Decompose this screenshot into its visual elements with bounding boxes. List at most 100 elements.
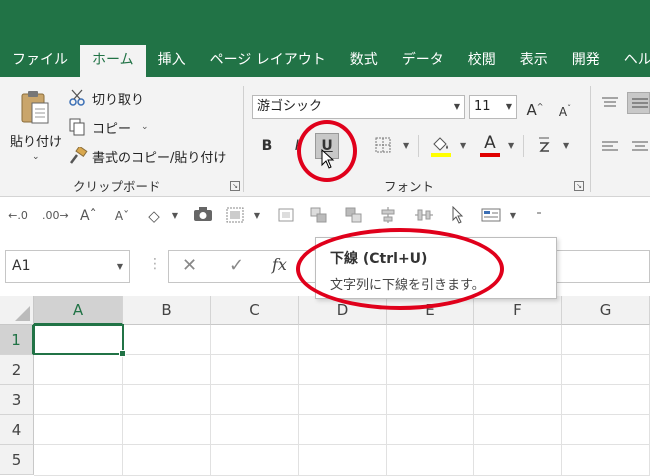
cancel-button[interactable]: ✕: [182, 255, 197, 276]
enter-button[interactable]: ✓: [229, 255, 244, 276]
cell-C2[interactable]: [211, 355, 299, 385]
border-icon[interactable]: [375, 137, 391, 153]
tab-help[interactable]: ヘルプ: [612, 45, 650, 77]
cell-F5[interactable]: [474, 445, 562, 476]
chevron-down-icon[interactable]: ▼: [460, 141, 466, 150]
cell-D1[interactable]: [299, 325, 387, 355]
send-backward-icon[interactable]: [343, 206, 365, 226]
cell-B3[interactable]: [123, 385, 211, 415]
cell-C4[interactable]: [211, 415, 299, 445]
increase-decimal-icon[interactable]: ←.0: [8, 206, 28, 226]
bold-button[interactable]: B: [258, 135, 276, 157]
name-box[interactable]: A1 ▼: [5, 250, 130, 283]
cell-F1[interactable]: [474, 325, 562, 355]
cell-C1[interactable]: [211, 325, 299, 355]
cell-E1[interactable]: [387, 325, 474, 355]
column-header[interactable]: A: [34, 296, 123, 325]
cell-C3[interactable]: [211, 385, 299, 415]
row-header[interactable]: 5: [0, 445, 34, 475]
row-header[interactable]: 4: [0, 415, 34, 445]
ungroup-icon[interactable]: [275, 206, 297, 226]
fill-color-icon[interactable]: [430, 134, 452, 158]
cell-G3[interactable]: [562, 385, 650, 415]
column-header[interactable]: C: [211, 296, 299, 325]
cell-D4[interactable]: [299, 415, 387, 445]
chevron-down-icon[interactable]: ▼: [508, 141, 514, 150]
distribute-icon[interactable]: [413, 206, 435, 226]
align-center-icon[interactable]: [631, 140, 649, 157]
font-launcher-icon[interactable]: ↘: [574, 181, 584, 191]
cell-B2[interactable]: [123, 355, 211, 385]
tab-page-layout[interactable]: ページ レイアウト: [198, 45, 338, 77]
cell-A4[interactable]: [34, 415, 123, 445]
paste-icon[interactable]: [20, 89, 50, 125]
group-objects-icon[interactable]: [224, 206, 246, 226]
cell-D3[interactable]: [299, 385, 387, 415]
cell-A3[interactable]: [34, 385, 123, 415]
select-objects-icon[interactable]: [450, 205, 466, 226]
align-middle-icon[interactable]: [627, 92, 650, 114]
format-painter-button[interactable]: 書式のコピー/貼り付け: [68, 145, 226, 167]
shrink-font-icon[interactable]: Aˇ: [114, 206, 130, 226]
cell-G4[interactable]: [562, 415, 650, 445]
customize-toolbar-icon[interactable]: ⁼: [533, 206, 545, 226]
chevron-down-icon[interactable]: ▼: [170, 206, 180, 226]
cell-E3[interactable]: [387, 385, 474, 415]
shrink-font-button[interactable]: Aˇ: [555, 98, 575, 120]
column-header[interactable]: F: [474, 296, 562, 325]
cell-D2[interactable]: [299, 355, 387, 385]
tab-file[interactable]: ファイル: [0, 45, 80, 77]
copy-button[interactable]: コピー ⌄: [68, 116, 149, 138]
row-header[interactable]: 1: [0, 325, 34, 355]
cell-B4[interactable]: [123, 415, 211, 445]
chevron-down-icon[interactable]: ⌄: [141, 122, 149, 132]
tab-insert[interactable]: 挿入: [146, 45, 198, 77]
tab-home[interactable]: ホーム: [80, 45, 146, 77]
cut-button[interactable]: 切り取り: [68, 87, 144, 109]
cell-E4[interactable]: [387, 415, 474, 445]
tab-view[interactable]: 表示: [508, 45, 560, 77]
chevron-down-icon[interactable]: ▼: [508, 206, 518, 226]
cell-D5[interactable]: [299, 445, 387, 476]
chevron-down-icon[interactable]: ▼: [563, 141, 569, 150]
decrease-decimal-icon[interactable]: .00→: [42, 206, 69, 226]
shapes-icon[interactable]: ◇: [143, 206, 165, 226]
tab-data[interactable]: データ: [390, 45, 456, 77]
chevron-down-icon[interactable]: ▼: [403, 141, 409, 150]
insert-function-button[interactable]: fx: [272, 255, 287, 274]
cell-F2[interactable]: [474, 355, 562, 385]
font-size-select[interactable]: 11 ▼: [469, 95, 517, 119]
cell-F4[interactable]: [474, 415, 562, 445]
cell-A5[interactable]: [34, 445, 123, 476]
active-cell[interactable]: [33, 324, 126, 357]
cell-G1[interactable]: [562, 325, 650, 355]
tab-formulas[interactable]: 数式: [338, 45, 390, 77]
camera-icon[interactable]: [192, 206, 214, 226]
clipboard-launcher-icon[interactable]: ↘: [230, 181, 240, 191]
tab-developer[interactable]: 開発: [560, 45, 612, 77]
paste-button[interactable]: 貼り付け: [10, 131, 62, 150]
grow-font-icon[interactable]: Aˆ: [80, 206, 97, 226]
grow-font-button[interactable]: A^: [525, 96, 545, 119]
align-objects-icon[interactable]: [377, 206, 399, 226]
form-control-icon[interactable]: [480, 206, 502, 226]
cell-B5[interactable]: [123, 445, 211, 476]
phonetic-icon[interactable]: [537, 136, 551, 154]
cell-C5[interactable]: [211, 445, 299, 476]
cell-F3[interactable]: [474, 385, 562, 415]
row-header[interactable]: 2: [0, 355, 34, 385]
row-header[interactable]: 3: [0, 385, 34, 415]
cell-E5[interactable]: [387, 445, 474, 476]
cell-B1[interactable]: [123, 325, 211, 355]
tab-review[interactable]: 校閲: [456, 45, 508, 77]
cell-E2[interactable]: [387, 355, 474, 385]
bring-forward-icon[interactable]: [308, 206, 330, 226]
font-color-button[interactable]: A: [479, 133, 501, 159]
font-name-select[interactable]: 游ゴシック ▼: [252, 95, 465, 119]
chevron-down-icon[interactable]: ▼: [252, 206, 262, 226]
align-top-icon[interactable]: [601, 96, 619, 113]
cell-G2[interactable]: [562, 355, 650, 385]
align-left-icon[interactable]: [601, 140, 619, 157]
column-header[interactable]: G: [562, 296, 650, 325]
select-all-button[interactable]: [0, 296, 34, 325]
